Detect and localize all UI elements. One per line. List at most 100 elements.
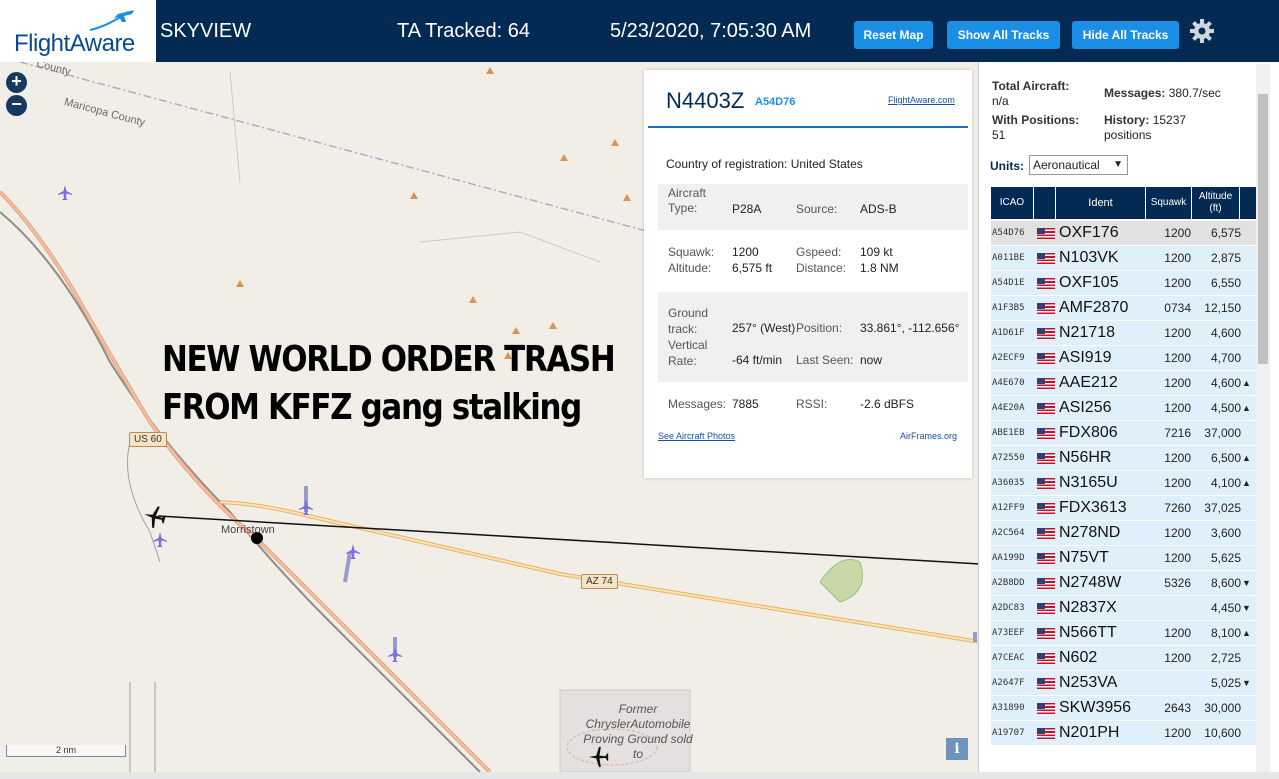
row-altitude: 4,100 [1210,476,1241,490]
aircraft-icon[interactable] [388,647,402,663]
row-ident: ASI919 [1059,349,1112,366]
table-row[interactable]: A7CEAC N602 1200 2,725 [991,646,1256,671]
row-ident: N201PH [1059,724,1120,741]
row-squawk: 1200 [1164,626,1191,640]
reset-map-button[interactable]: Reset Map [854,21,933,49]
aircraft-icon[interactable] [346,544,360,560]
track-block: Ground track: 257° (West) Position: 33.8… [658,292,968,382]
town-label: Morristown [221,524,275,536]
total-aircraft-value: n/a [992,94,1009,108]
table-row[interactable]: A011BE N103VK 1200 2,875 [991,246,1256,271]
table-row[interactable]: A36035 N3165U 1200 4,100 ▲ [991,471,1256,496]
row-icao: A31890 [992,703,1025,713]
altitude-trend-icon [1242,646,1252,670]
row-altitude: 8,100 [1210,626,1241,640]
zoom-out-button[interactable]: − [6,95,27,116]
table-row[interactable]: ABE1EB FDX806 7216 37,000 [991,421,1256,446]
overlay-line-2: FROM KFFZ gang stalking [162,387,582,428]
row-ident: AMF2870 [1059,299,1129,316]
row-altitude: 6,500 [1210,451,1241,465]
table-row[interactable]: A72550 N56HR 1200 6,500 ▲ [991,446,1256,471]
aircraft-photos-link[interactable]: See Aircraft Photos [658,431,735,441]
row-icao: A12FF9 [992,503,1025,513]
info-icon[interactable]: i [946,738,968,760]
table-row[interactable]: A2B8DD N2748W 5326 8,600 ▼ [991,571,1256,596]
row-altitude: 6,575 [1210,226,1241,240]
table-row[interactable]: A2C564 N278ND 1200 3,600 [991,521,1256,546]
aircraft-icon[interactable] [153,532,167,548]
distance-label: Distance: [796,261,847,275]
row-ident: N2837X [1059,599,1117,616]
overlay-annotation: NEW WORLD ORDER TRASH FROM KFFZ gang sta… [162,336,616,432]
row-ident: N21718 [1059,324,1116,341]
hide-all-tracks-button[interactable]: Hide All Tracks [1072,21,1179,49]
scrollbar-thumb[interactable] [1258,94,1268,364]
row-altitude: 10,600 [1204,726,1241,740]
row-ident: N602 [1059,649,1098,666]
table-row[interactable]: A2DC83 N2837X 4,450 ▼ [991,596,1256,621]
row-squawk: 1200 [1164,726,1191,740]
row-squawk: 0734 [1164,301,1191,315]
table-row[interactable]: A2ECF9 ASI919 1200 4,700 [991,346,1256,371]
horizontal-scrollbar[interactable] [0,772,1279,779]
aircraft-table-body: A54D76 OXF176 1200 6,575 A011BE N103VK 1200 2,8… [991,221,1256,746]
table-row[interactable]: A54D1E OXF105 1200 6,550 [991,271,1256,296]
aircraft-icon[interactable] [299,500,313,516]
chevron-down-icon: ▼ [1113,159,1123,170]
table-row[interactable]: A1D61F N21718 1200 4,600 [991,321,1256,346]
row-altitude: 4,600 [1210,376,1241,390]
row-icao: A54D76 [992,228,1025,238]
table-row[interactable]: A4E20A ASI256 1200 4,500 ▲ [991,396,1256,421]
row-altitude: 4,700 [1210,351,1241,365]
col-icao[interactable]: ICAO [991,187,1034,219]
vertical-scrollbar[interactable] [1256,64,1270,772]
aircraft-list-panel: Total Aircraft: n/a Messages: 380.7/sec … [978,62,1279,772]
col-squawk[interactable]: Squawk [1146,187,1192,219]
row-squawk: 7260 [1164,501,1191,515]
flightaware-logo[interactable]: FlightAware [0,0,156,62]
country-of-registration: Country of registration: United States [666,157,863,171]
row-ident: N566TT [1059,624,1117,641]
table-row[interactable]: A2647F N253VA 5,025 ▼ [991,671,1256,696]
aircraft-table-header: ICAO Ident Squawk Altitude (ft) [991,187,1256,219]
table-row[interactable]: A12FF9 FDX3613 7260 37,025 [991,496,1256,521]
table-row[interactable]: A1F3B5 AMF2870 0734 12,150 [991,296,1256,321]
us-flag-icon [1037,353,1055,364]
show-all-tracks-button[interactable]: Show All Tracks [947,21,1060,49]
gspeed-label: Gspeed: [796,245,842,259]
us-flag-icon [1037,403,1055,414]
col-flag[interactable] [1034,187,1056,219]
scale-bar: 2 nm [6,745,126,757]
us-flag-icon [1037,728,1055,739]
table-row[interactable]: A4E670 AAE212 1200 4,600 ▲ [991,371,1256,396]
zoom-in-button[interactable]: + [6,72,27,93]
row-squawk: 1200 [1164,226,1191,240]
aircraft-icon[interactable] [58,185,72,201]
col-ident[interactable]: Ident [1056,187,1146,219]
altitude-trend-icon [1242,721,1252,745]
selected-icao: A54D76 [755,96,796,108]
altitude-trend-icon [1242,296,1252,320]
row-squawk: 5326 [1164,576,1191,590]
airframes-link[interactable]: AirFrames.org [900,431,957,441]
ground-track-label: Ground track: [668,306,709,336]
history-label: History: [1104,113,1150,127]
squawk-label: Squawk: [668,245,715,259]
flightaware-link[interactable]: FlightAware.com [888,95,955,105]
table-row[interactable]: A54D76 OXF176 1200 6,575 [991,221,1256,246]
position-value: 33.861°, -112.656° [860,321,960,335]
table-row[interactable]: A31890 SKW3956 2643 30,000 [991,696,1256,721]
row-icao: A73EEF [992,628,1025,638]
table-row[interactable]: AA199D N75VT 1200 5,625 [991,546,1256,571]
row-ident: N2748W [1059,574,1122,591]
selected-aircraft-icon[interactable] [143,504,167,530]
gear-icon[interactable] [1188,17,1216,45]
table-row[interactable]: A73EEF N566TT 1200 8,100 ▲ [991,621,1256,646]
col-altitude[interactable]: Altitude (ft) [1192,187,1240,219]
aircraft-type-label: Aircraft Type: [668,186,707,215]
units-select[interactable]: Aeronautical ▼ [1029,155,1128,175]
row-squawk: 1200 [1164,476,1191,490]
table-row[interactable]: A19707 N201PH 1200 10,600 [991,721,1256,746]
row-altitude: 37,000 [1204,426,1241,440]
altitude-trend-icon: ▲ [1242,478,1251,488]
